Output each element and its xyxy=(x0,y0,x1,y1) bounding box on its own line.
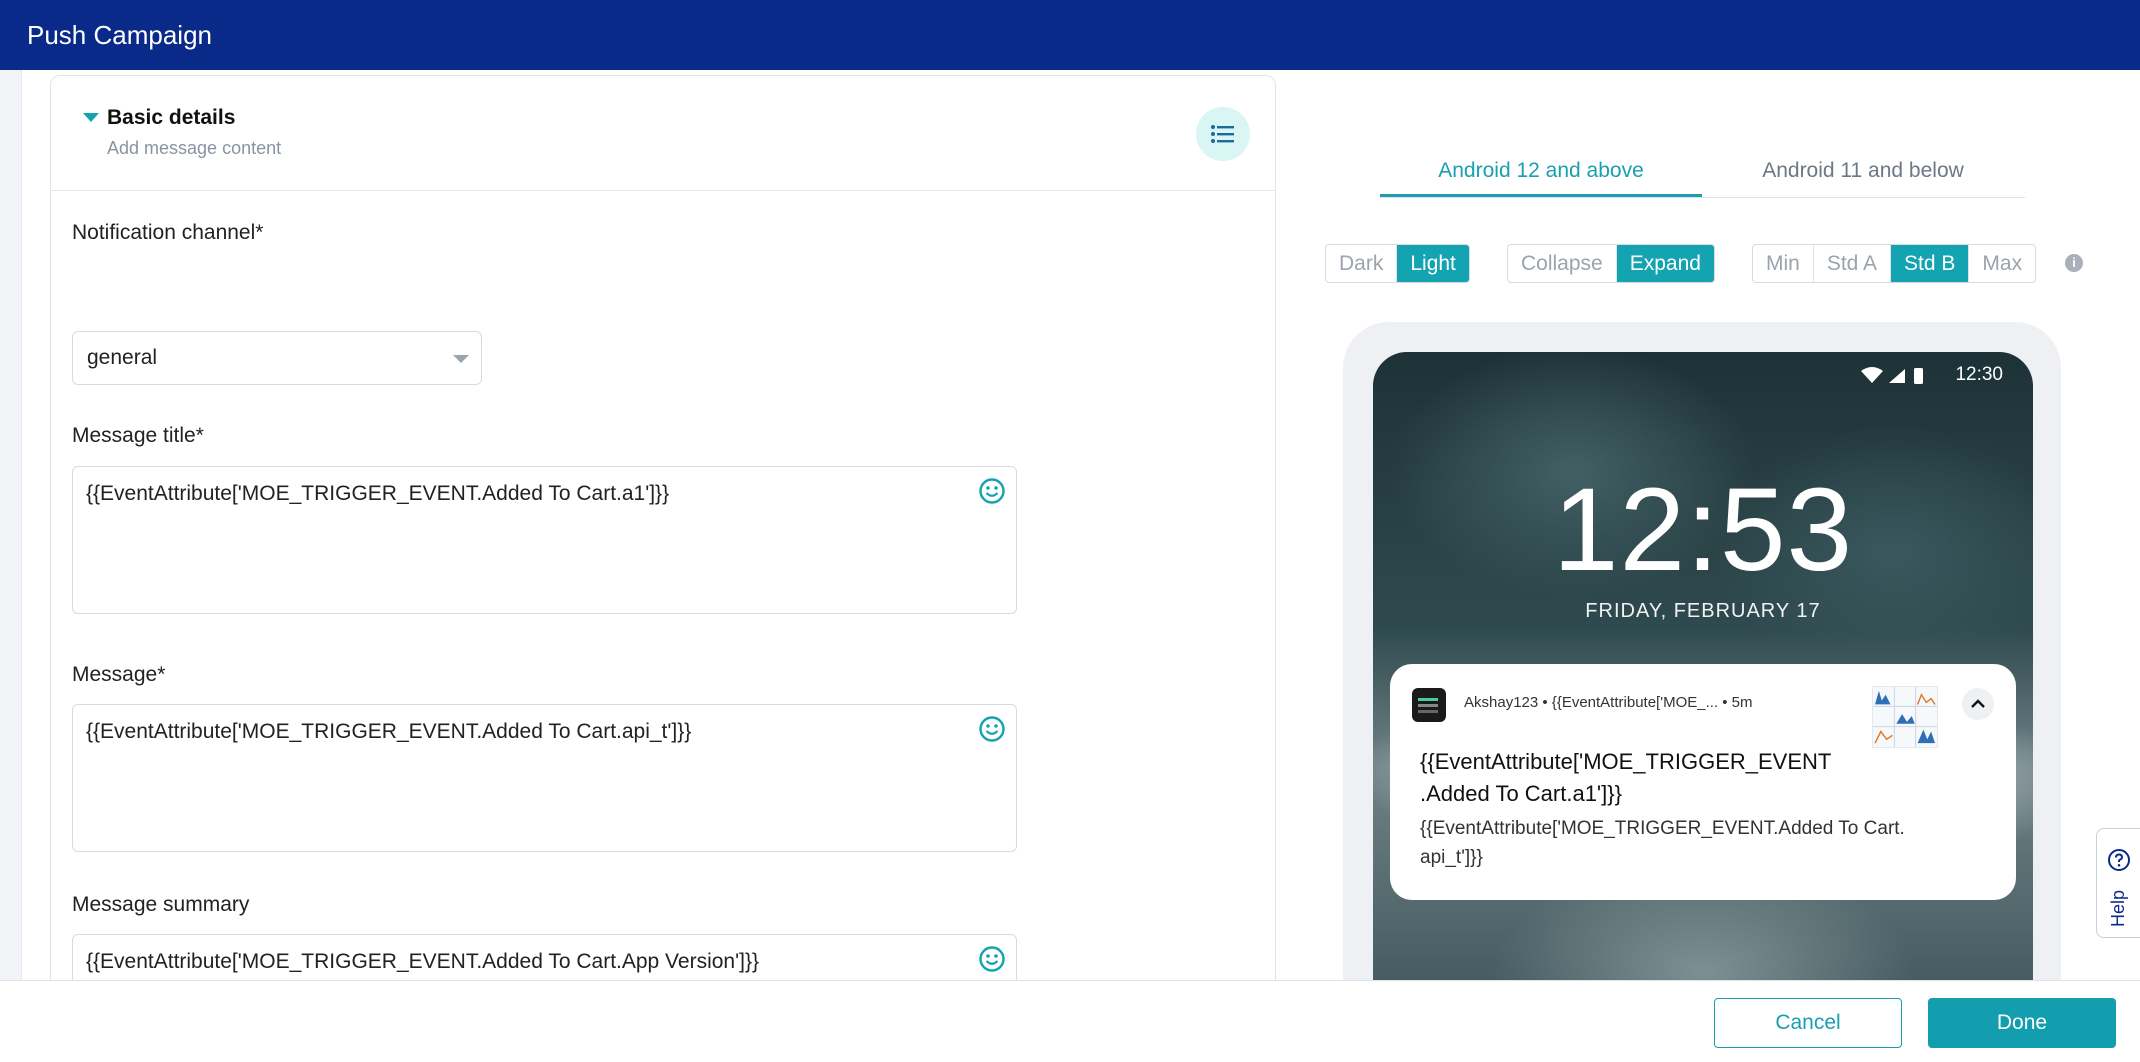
mode-toggle: Collapse Expand xyxy=(1507,244,1715,283)
mode-collapse-option[interactable]: Collapse xyxy=(1508,245,1617,282)
lock-screen-time: 12:53 xyxy=(1552,464,1854,596)
emoji-icon[interactable] xyxy=(978,945,1006,973)
tab-android-11[interactable]: Android 11 and below xyxy=(1702,150,2024,197)
theme-toggle: Dark Light xyxy=(1325,244,1470,283)
status-time: 12:30 xyxy=(1955,364,2003,385)
preview-tabs: Android 12 and above Android 11 and belo… xyxy=(1380,150,2025,198)
info-icon[interactable]: i xyxy=(2065,254,2083,272)
battery-icon xyxy=(1914,368,1923,384)
window-title-bar: Push Campaign xyxy=(0,0,2140,70)
phone-frame: 12:30 12:53 FRIDAY, FEBRUARY 17 Akshay12… xyxy=(1343,322,2061,980)
message-value: {{EventAttribute['MOE_TRIGGER_EVENT.Adde… xyxy=(86,720,692,743)
message-label: Message* xyxy=(72,663,166,686)
theme-dark-option[interactable]: Dark xyxy=(1326,245,1398,282)
summary-label: Message summary xyxy=(72,893,250,916)
theme-light-option[interactable]: Light xyxy=(1397,245,1469,282)
notification-title-line: .Added To Cart.a1']}} xyxy=(1420,781,1622,806)
channel-value: general xyxy=(87,346,158,369)
preview-panel: Android 12 and above Android 11 and belo… xyxy=(1278,70,2140,980)
emoji-icon[interactable] xyxy=(978,477,1006,505)
help-icon xyxy=(2107,848,2130,871)
left-strip xyxy=(0,70,22,980)
window-title: Push Campaign xyxy=(27,19,212,50)
notification-thumbnail xyxy=(1872,686,1938,748)
basic-details-header[interactable]: Basic details Add message content xyxy=(51,76,1275,191)
title-input[interactable]: {{EventAttribute['MOE_TRIGGER_EVENT.Adde… xyxy=(72,466,1017,614)
size-toggle: Min Std A Std B Max xyxy=(1752,244,2037,283)
phone-screen: 12:30 12:53 FRIDAY, FEBRUARY 17 Akshay12… xyxy=(1373,352,2033,980)
message-input[interactable]: {{EventAttribute['MOE_TRIGGER_EVENT.Adde… xyxy=(72,704,1017,852)
summary-input[interactable]: {{EventAttribute['MOE_TRIGGER_EVENT.Adde… xyxy=(72,934,1017,980)
wifi-icon xyxy=(1861,367,1883,383)
notification-card: Akshay123 • {{EventAttribute['MOE_... • … xyxy=(1390,664,2016,900)
caret-down-icon[interactable] xyxy=(83,113,99,122)
lock-screen-date: FRIDAY, FEBRUARY 17 xyxy=(1585,600,1821,622)
size-std-b-option[interactable]: Std B xyxy=(1891,245,1970,282)
main-content: Basic details Add message content Notifi… xyxy=(0,70,2140,980)
size-min-option[interactable]: Min xyxy=(1753,245,1814,282)
footer-bar: Cancel Done xyxy=(0,980,2140,1062)
channel-label: Notification channel* xyxy=(72,221,264,244)
notification-title: {{EventAttribute['MOE_TRIGGER_EVENT .Add… xyxy=(1420,746,1870,810)
help-label: Help xyxy=(2108,889,2128,927)
size-max-option[interactable]: Max xyxy=(1969,245,2035,282)
tab-android-12[interactable]: Android 12 and above xyxy=(1380,150,1702,197)
notification-body-line: api_t']}} xyxy=(1420,847,1483,868)
size-std-a-option[interactable]: Std A xyxy=(1814,245,1892,282)
emoji-icon[interactable] xyxy=(978,715,1006,743)
done-button[interactable]: Done xyxy=(1928,998,2116,1048)
section-title: Basic details xyxy=(107,106,236,129)
status-icons xyxy=(1861,367,1923,384)
mode-expand-option[interactable]: Expand xyxy=(1616,245,1714,282)
summary-value: {{EventAttribute['MOE_TRIGGER_EVENT.Adde… xyxy=(86,950,759,973)
title-label: Message title* xyxy=(72,424,204,447)
chevron-up-icon xyxy=(1971,699,1985,708)
cancel-button[interactable]: Cancel xyxy=(1714,998,1902,1048)
list-icon xyxy=(1211,125,1234,143)
channel-select[interactable]: general xyxy=(72,331,482,385)
basic-details-card: Basic details Add message content Notifi… xyxy=(50,75,1276,980)
notification-meta: Akshay123 • {{EventAttribute['MOE_... • … xyxy=(1464,694,1753,711)
notification-body-line: {{EventAttribute['MOE_TRIGGER_EVENT.Adde… xyxy=(1420,818,1905,839)
signal-icon xyxy=(1889,369,1905,383)
notification-body: {{EventAttribute['MOE_TRIGGER_EVENT.Adde… xyxy=(1420,814,2000,872)
help-tab[interactable]: Help xyxy=(2096,828,2140,938)
notification-collapse-button[interactable] xyxy=(1962,688,1994,720)
title-value: {{EventAttribute['MOE_TRIGGER_EVENT.Adde… xyxy=(86,482,670,505)
section-subtitle: Add message content xyxy=(107,138,282,158)
chevron-down-icon xyxy=(453,355,469,363)
app-icon xyxy=(1412,688,1446,722)
list-icon-button[interactable] xyxy=(1196,107,1250,161)
notification-title-line: {{EventAttribute['MOE_TRIGGER_EVENT xyxy=(1420,749,1832,774)
